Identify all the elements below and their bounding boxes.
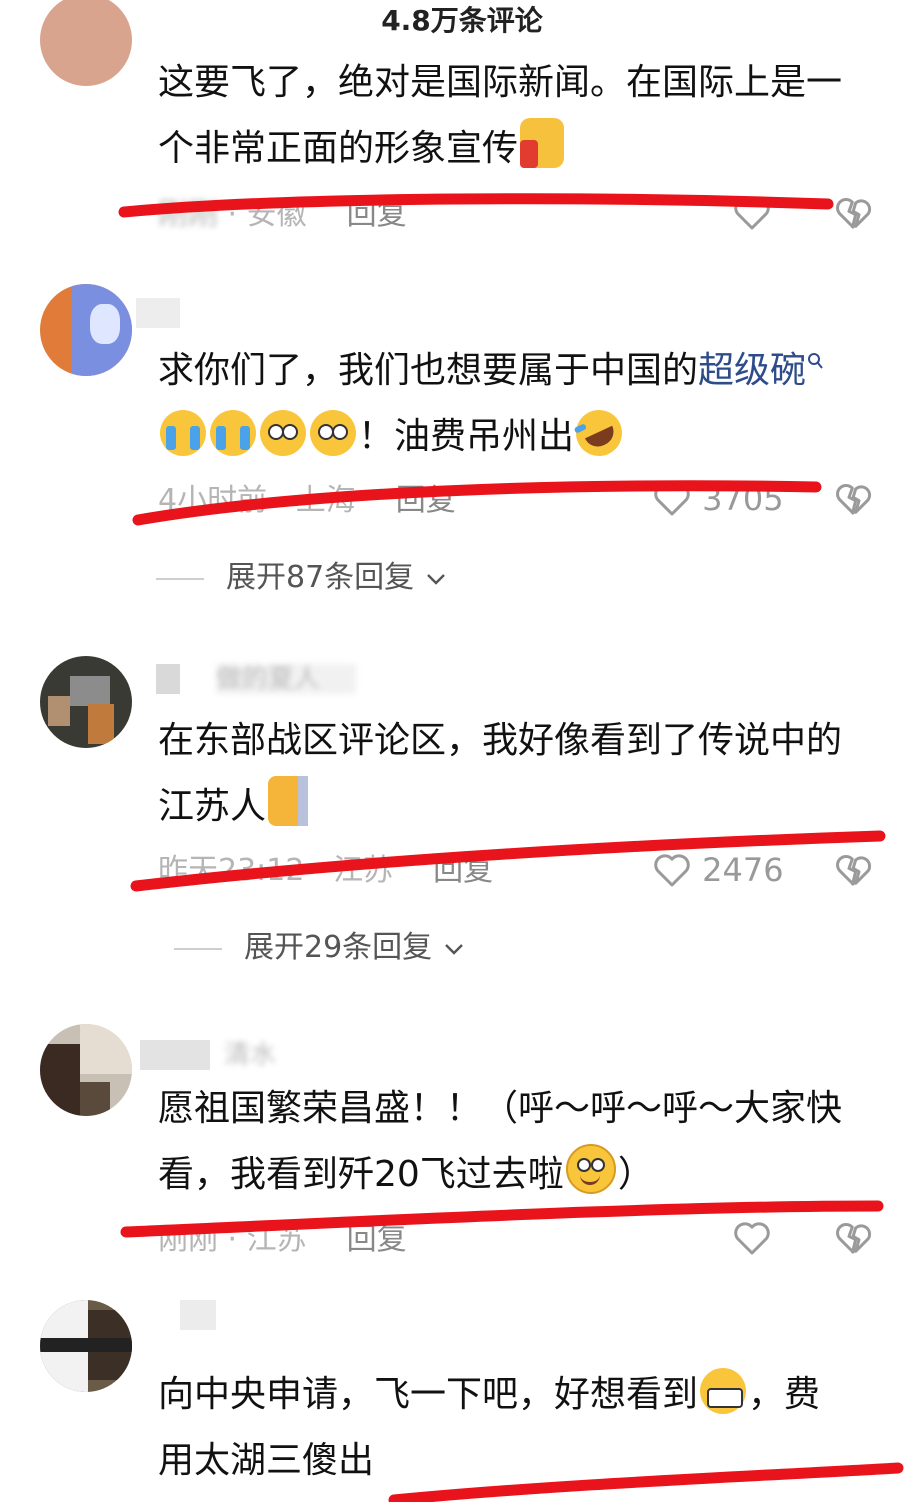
like-count: 3705 (702, 480, 784, 518)
username[interactable] (180, 1300, 216, 1330)
like-button[interactable]: 3705 (652, 479, 784, 519)
chevron-down-icon (444, 944, 463, 955)
expand-replies-button[interactable]: 展开87条回复 (156, 558, 448, 598)
heart-outline-icon (654, 483, 690, 516)
comment-text: 求你们了，我们也想要属于中国的超级碗 ！油费吊州出 (158, 338, 888, 470)
broken-heart-icon[interactable] (834, 479, 874, 519)
comment-text: 愿祖国繁荣昌盛！！（呼～呼～呼～大家快 看，我看到歼20飞过去啦） (158, 1088, 843, 1195)
reply-button[interactable]: 回复 (433, 853, 493, 888)
username[interactable] (136, 298, 180, 328)
cat-emoji-icon (268, 776, 309, 826)
rofl-emoji-icon (568, 402, 630, 464)
smile-emoji-icon (565, 1144, 616, 1194)
chevron-down-icon (426, 574, 445, 585)
crying-emoji-icon (210, 410, 256, 456)
grin-emoji-icon (700, 1368, 747, 1414)
heart-outline-icon (734, 1222, 770, 1255)
comment-text: 向中央申请，飞一下吧，好想看到 ，费 用太湖三傻出 (158, 1362, 888, 1494)
like-button[interactable]: 2476 (652, 850, 784, 890)
like-count: 2476 (702, 851, 784, 889)
reply-button[interactable]: 回复 (347, 1222, 407, 1257)
heart-outline-icon (654, 854, 690, 887)
comment-meta: 昨天23:12 · 江苏 回复 (158, 853, 494, 888)
avatar[interactable] (40, 0, 132, 86)
avatar[interactable] (40, 284, 132, 376)
comment-meta: 4小时前 · 上海 回复 (158, 483, 456, 518)
reply-button[interactable]: 回复 (396, 483, 456, 518)
username[interactable]: 清水 (140, 1040, 300, 1070)
comment-count-title: 4.8万条评论 (381, 4, 543, 37)
search-link[interactable]: 超级碗 (698, 350, 806, 391)
comment-text: 这要飞了，绝对是国际新闻。在国际上是一 个非常正面的形象宣传 (158, 62, 843, 169)
comment-meta: 刚刚 · 江苏 回复 (158, 1222, 407, 1257)
search-icon[interactable] (806, 350, 826, 374)
crying-emoji-icon (160, 410, 206, 456)
avatar[interactable] (40, 1300, 132, 1392)
username[interactable]: 做的夏人 (156, 664, 356, 694)
reply-button[interactable]: 回复 (347, 197, 407, 232)
like-button[interactable] (732, 193, 772, 233)
broken-heart-icon[interactable] (834, 850, 874, 890)
broken-heart-icon[interactable] (834, 1218, 874, 1258)
avatar[interactable] (40, 656, 132, 748)
like-button[interactable] (732, 1218, 772, 1258)
pleading-emoji-icon (310, 410, 356, 456)
heart-outline-icon (734, 197, 770, 230)
broken-heart-icon[interactable] (834, 193, 874, 233)
pleading-emoji-icon (260, 410, 306, 456)
avatar[interactable] (40, 1024, 132, 1116)
thumbs-up-emoji-icon (520, 118, 565, 168)
comment-meta: 刚刚 · 安徽 回复 (158, 197, 407, 232)
expand-replies-button[interactable]: 展开29条回复 (174, 928, 466, 968)
comment-text: 在东部战区评论区，我好像看到了传说中的 江苏人 (158, 720, 843, 827)
